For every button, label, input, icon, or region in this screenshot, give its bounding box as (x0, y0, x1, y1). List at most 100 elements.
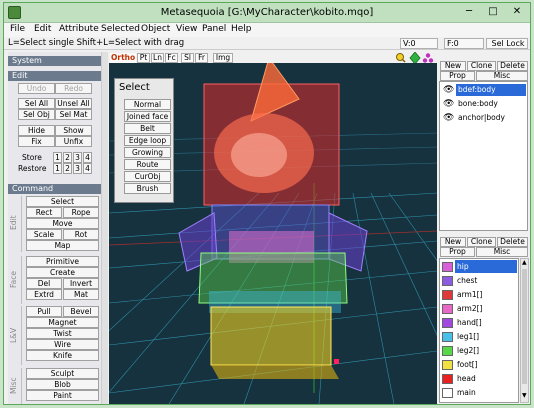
tab-point[interactable]: Pt (137, 53, 150, 63)
restore-slot-1[interactable]: 1 (53, 163, 62, 174)
menu-object[interactable]: Object (141, 24, 170, 34)
select-mode-normal[interactable]: Normal (124, 99, 171, 110)
scale-button[interactable]: Scale (26, 229, 62, 240)
material-row[interactable]: arm1[] (441, 288, 519, 302)
material-row[interactable]: arm2[] (441, 302, 519, 316)
primitive-button[interactable]: Primitive (26, 256, 99, 267)
object-row[interactable]: 👁 bdef:body (442, 84, 528, 97)
rope-button[interactable]: Rope (63, 207, 99, 218)
select-mode-joined-face[interactable]: Joined face (124, 111, 171, 122)
menu-panel[interactable]: Panel (202, 24, 226, 34)
material-clone-button[interactable]: Clone (467, 237, 496, 247)
tab-ortho[interactable]: Ortho (110, 53, 136, 63)
redo-button[interactable]: Redo (55, 83, 92, 94)
maximize-button[interactable]: □ (482, 4, 504, 20)
store-slot-4[interactable]: 4 (83, 152, 92, 163)
sel-lock-button[interactable]: Sel Lock (486, 38, 528, 49)
invert-button[interactable]: Invert (63, 278, 99, 289)
system-section-header[interactable]: System (8, 56, 105, 66)
edit-section-header[interactable]: Edit (8, 71, 105, 81)
pull-button[interactable]: Pull (26, 306, 62, 317)
left-panel-scrollbar[interactable] (101, 52, 108, 404)
scroll-down-icon[interactable]: ▼ (522, 393, 527, 399)
eye-icon[interactable]: 👁 (443, 113, 454, 123)
material-row[interactable]: leg1[] (441, 330, 519, 344)
object-new-button[interactable]: New (440, 61, 466, 71)
bevel-button[interactable]: Bevel (63, 306, 99, 317)
select-mode-brush[interactable]: Brush (124, 183, 171, 194)
object-misc-button[interactable]: Misc (476, 71, 528, 81)
twist-button[interactable]: Twist (26, 328, 99, 339)
select-mode-belt[interactable]: Belt (124, 123, 171, 134)
material-row[interactable]: leg2[] (441, 344, 519, 358)
show-button[interactable]: Show (55, 125, 92, 136)
store-slot-1[interactable]: 1 (53, 152, 62, 163)
unselect-all-button[interactable]: Unsel All (55, 98, 92, 109)
restore-slot-2[interactable]: 2 (63, 163, 72, 174)
object-row[interactable]: 👁 anchor|body (442, 112, 528, 125)
minimize-button[interactable]: ─ (458, 4, 480, 20)
wire-button[interactable]: Wire (26, 339, 99, 350)
store-slot-2[interactable]: 2 (63, 152, 72, 163)
hide-button[interactable]: Hide (18, 125, 55, 136)
material-row[interactable]: hand[] (441, 316, 519, 330)
rect-button[interactable]: Rect (26, 207, 62, 218)
object-row[interactable]: 👁 bone:body (442, 98, 528, 111)
object-clone-button[interactable]: Clone (467, 61, 496, 71)
map-button[interactable]: Map (26, 240, 99, 251)
command-section-header[interactable]: Command (8, 184, 105, 194)
menu-edit[interactable]: Edit (34, 24, 51, 34)
tab-line[interactable]: Ln (151, 53, 164, 63)
rotate-button[interactable]: Rot (63, 229, 99, 240)
close-button[interactable]: ✕ (506, 4, 528, 20)
material-misc-button[interactable]: Misc (476, 247, 528, 257)
material-row[interactable]: head (441, 372, 519, 386)
select-mode-growing[interactable]: Growing (124, 147, 171, 158)
move-button[interactable]: Move (26, 218, 99, 229)
object-prop-button[interactable]: Prop (440, 71, 475, 81)
sculpt-button[interactable]: Sculpt (26, 368, 99, 379)
select-command-button[interactable]: Select (26, 196, 99, 207)
scroll-thumb[interactable] (522, 269, 527, 384)
rotate-view-icon[interactable] (422, 53, 434, 63)
select-material-button[interactable]: Sel Mat (55, 109, 92, 120)
select-all-button[interactable]: Sel All (18, 98, 55, 109)
select-object-button[interactable]: Sel Obj (18, 109, 55, 120)
scroll-up-icon[interactable]: ▲ (522, 260, 527, 266)
material-row[interactable]: chest (441, 274, 519, 288)
magnet-button[interactable]: Magnet (26, 317, 99, 328)
tab-select[interactable]: Sl (181, 53, 194, 63)
blob-button[interactable]: Blob (26, 379, 99, 390)
undo-button[interactable]: Undo (18, 83, 55, 94)
material-list-scrollbar[interactable]: ▲ ▼ (520, 258, 529, 403)
menu-view[interactable]: View (176, 24, 197, 34)
menu-selected[interactable]: Selected (101, 24, 140, 34)
material-button[interactable]: Mat (63, 289, 99, 300)
unfix-button[interactable]: Unfix (55, 136, 92, 147)
paint-button[interactable]: Paint (26, 390, 99, 401)
delete-face-button[interactable]: Del (26, 278, 62, 289)
knife-button[interactable]: Knife (26, 350, 99, 361)
material-row[interactable]: main (441, 386, 519, 400)
extrude-button[interactable]: Extrd (26, 289, 62, 300)
restore-slot-3[interactable]: 3 (73, 163, 82, 174)
eye-icon[interactable]: 👁 (443, 99, 454, 109)
menu-file[interactable]: File (10, 24, 25, 34)
store-slot-3[interactable]: 3 (73, 152, 82, 163)
material-row[interactable]: foot[] (441, 358, 519, 372)
material-row[interactable]: hip (441, 260, 519, 274)
tab-face[interactable]: Fc (165, 53, 178, 63)
object-delete-button[interactable]: Delete (497, 61, 528, 71)
zoom-icon[interactable] (396, 53, 406, 63)
3d-viewport[interactable]: Select Normal Joined face Belt Edge loop… (109, 63, 437, 404)
material-delete-button[interactable]: Delete (497, 237, 528, 247)
material-new-button[interactable]: New (440, 237, 466, 247)
select-mode-route[interactable]: Route (124, 159, 171, 170)
select-mode-edge-loop[interactable]: Edge loop (124, 135, 171, 146)
select-mode-curobj[interactable]: CurObj (124, 171, 171, 182)
menu-help[interactable]: Help (231, 24, 252, 34)
tab-image[interactable]: Img (213, 53, 233, 63)
eye-icon[interactable]: 👁 (443, 85, 454, 95)
tab-free[interactable]: Fr (195, 53, 208, 63)
create-button[interactable]: Create (26, 267, 99, 278)
